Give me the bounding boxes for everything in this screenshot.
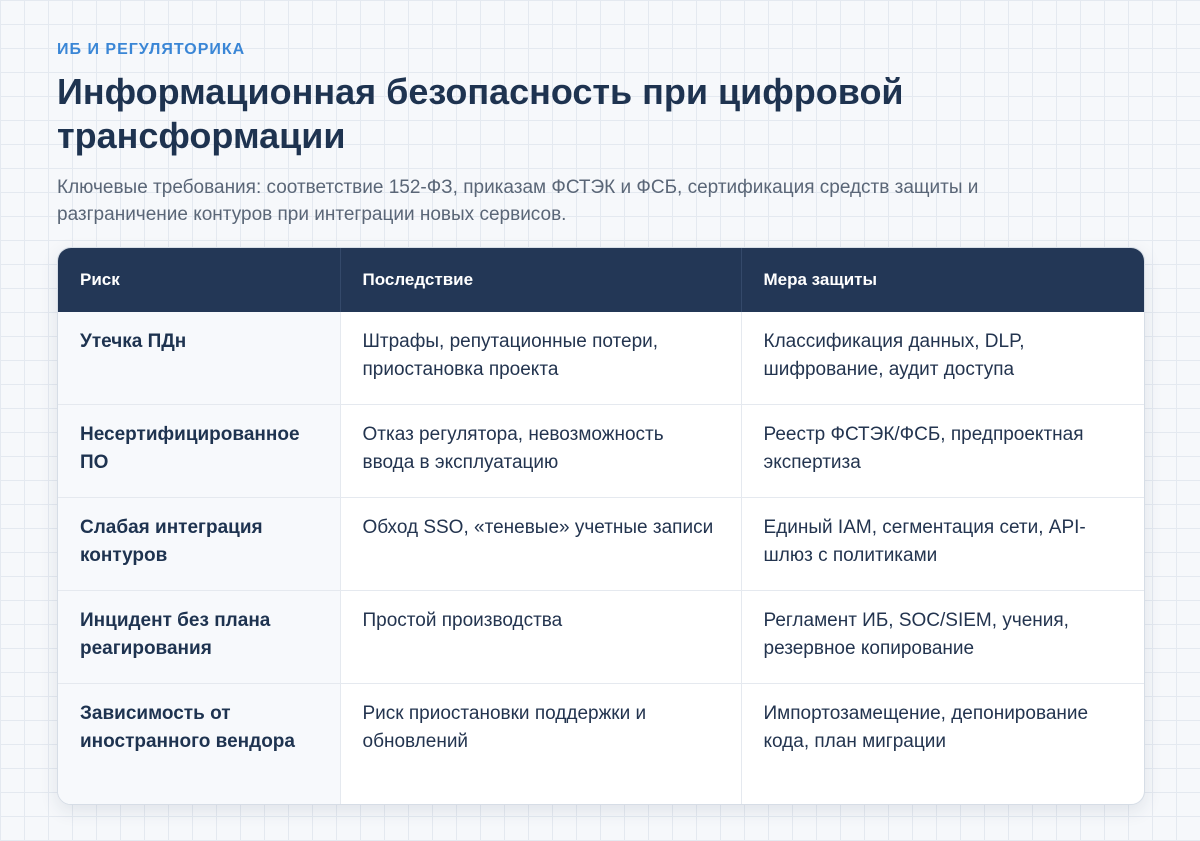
page: ИБ И РЕГУЛЯТОРИКА Информационная безопас… xyxy=(57,0,1145,805)
measure-cell: Единый IAM, сегментация сети, API-шлюз с… xyxy=(741,497,1144,591)
table-row: Несертифицированное ПО Отказ регулятора,… xyxy=(58,404,1144,498)
table-header-row: Риск Последствие Мера защиты xyxy=(58,248,1144,312)
table-row: Слабая интеграция контуров Обход SSO, «т… xyxy=(58,497,1144,591)
risk-cell: Зависимость от иностранного вендора xyxy=(58,683,341,804)
measure-cell: Классификация данных, DLP, шифрование, а… xyxy=(763,331,1025,380)
consequence-cell: Простой производства xyxy=(340,590,742,684)
risk-cell: Несертифицированное ПО xyxy=(58,404,341,498)
table-row: Зависимость от иностранного вендора Риск… xyxy=(58,683,1144,804)
consequence-cell: Отказ регулятора, невозможность ввода в … xyxy=(340,404,742,498)
risk-table-card: Риск Последствие Мера защиты Утечка ПДн … xyxy=(57,247,1145,805)
measure-cell: Реестр ФСТЭК/ФСБ, предпроектная эксперти… xyxy=(741,404,1144,498)
risk-cell: Слабая интеграция контуров xyxy=(58,497,341,591)
measure-cell: Регламент ИБ, SOC/SIEM, учения, резервно… xyxy=(741,590,1144,684)
eyebrow-label: ИБ И РЕГУЛЯТОРИКА xyxy=(57,41,246,58)
table-row: Инцидент без плана реагирования Простой … xyxy=(58,590,1144,684)
risk-table: Риск Последствие Мера защиты Утечка ПДн … xyxy=(58,248,1144,804)
risk-cell: Инцидент без плана реагирования xyxy=(58,590,341,684)
column-header-risk: Риск xyxy=(58,248,341,312)
consequence-cell: Обход SSO, «теневые» учетные записи xyxy=(340,497,742,591)
page-subtitle: Ключевые требования: соответствие 152-ФЗ… xyxy=(57,177,979,225)
column-header-consequence: Последствие xyxy=(340,248,742,312)
measure-cell: Импортозамещение, депонирование кода, пл… xyxy=(741,683,1144,804)
consequence-cell: Штрафы, репутационные потери, приостанов… xyxy=(340,312,742,405)
page-title: Информационная безопасность при цифровой… xyxy=(57,71,904,156)
table-row: Утечка ПДн Штрафы, репутационные потери,… xyxy=(58,312,1144,405)
risk-cell: Утечка ПДн xyxy=(58,312,341,405)
consequence-cell: Риск приостановки поддержки и обновлений xyxy=(340,683,742,804)
column-header-measure: Мера защиты xyxy=(741,248,1144,312)
